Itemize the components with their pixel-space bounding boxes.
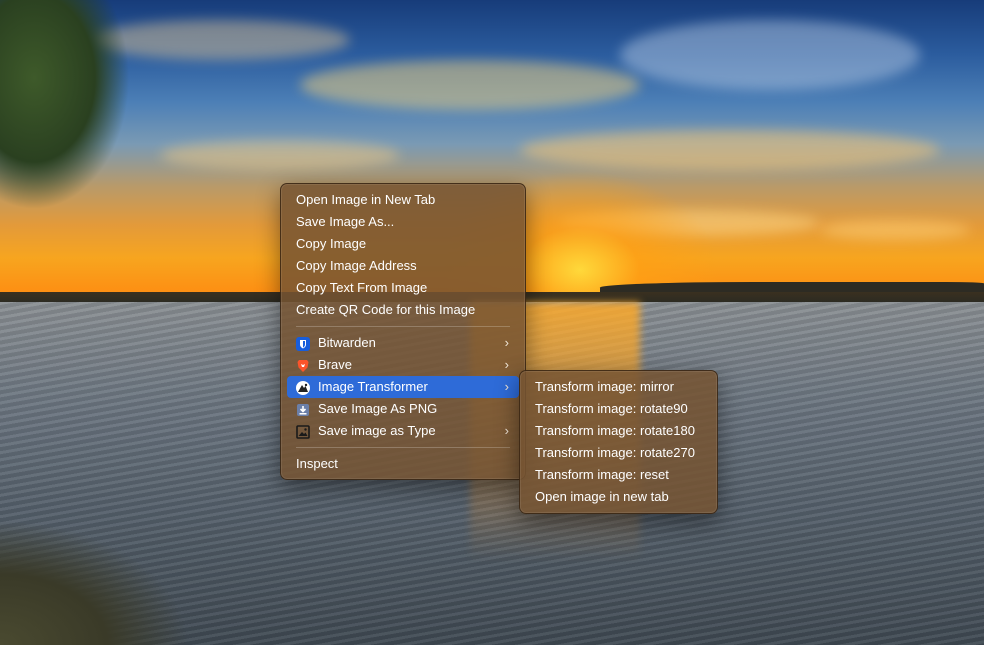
menu-item-create-qr-code[interactable]: Create QR Code for this Image: [287, 299, 519, 321]
menu-item-image-transformer[interactable]: Image Transformer ›: [287, 376, 519, 398]
submenu-item-label: Transform image: rotate90: [535, 401, 688, 416]
menu-separator: [296, 447, 510, 448]
submenu-item-label: Open image in new tab: [535, 489, 669, 504]
menu-item-label: Bitwarden: [318, 335, 376, 350]
image-transformer-submenu: Transform image: mirror Transform image:…: [519, 370, 718, 514]
menu-item-copy-text-from-image[interactable]: Copy Text From Image: [287, 277, 519, 299]
menu-item-label: Open Image in New Tab: [296, 192, 436, 207]
submenu-item-rotate180[interactable]: Transform image: rotate180: [526, 420, 711, 442]
brave-lion-icon: [296, 358, 310, 372]
save-png-icon: [296, 402, 310, 416]
submenu-item-label: Transform image: rotate270: [535, 445, 695, 460]
menu-item-label: Save Image As PNG: [318, 401, 438, 416]
submenu-item-rotate270[interactable]: Transform image: rotate270: [526, 442, 711, 464]
menu-item-label: Create QR Code for this Image: [296, 302, 476, 317]
submenu-item-rotate90[interactable]: Transform image: rotate90: [526, 398, 711, 420]
context-menu: Open Image in New Tab Save Image As... C…: [280, 183, 526, 480]
submenu-item-reset[interactable]: Transform image: reset: [526, 464, 711, 486]
submenu-item-open-new-tab[interactable]: Open image in new tab: [526, 486, 711, 508]
menu-item-inspect[interactable]: Inspect: [287, 453, 519, 475]
menu-item-brave[interactable]: Brave ›: [287, 354, 519, 376]
cloud: [820, 220, 970, 240]
menu-item-bitwarden[interactable]: Bitwarden ›: [287, 332, 519, 354]
cloud: [520, 130, 940, 170]
submenu-item-label: Transform image: rotate180: [535, 423, 695, 438]
menu-item-label: Inspect: [296, 456, 338, 471]
submenu-item-label: Transform image: mirror: [535, 379, 674, 394]
menu-item-label: Image Transformer: [318, 379, 428, 394]
menu-item-open-image-new-tab[interactable]: Open Image in New Tab: [287, 189, 519, 211]
menu-item-label: Save image as Type: [318, 423, 436, 438]
image-transformer-icon: [296, 380, 310, 395]
menu-item-save-image-as[interactable]: Save Image As...: [287, 211, 519, 233]
menu-item-copy-image-address[interactable]: Copy Image Address: [287, 255, 519, 277]
menu-item-label: Brave: [318, 357, 352, 372]
cloud: [620, 20, 920, 90]
chevron-right-icon: ›: [504, 379, 509, 394]
chevron-right-icon: ›: [504, 357, 509, 372]
menu-item-save-image-as-type[interactable]: Save image as Type ›: [287, 420, 519, 442]
menu-item-label: Save Image As...: [296, 214, 395, 229]
tree-foliage: [0, 0, 130, 210]
submenu-item-label: Transform image: reset: [535, 467, 669, 482]
menu-item-label: Copy Text From Image: [296, 280, 428, 295]
foreground-rocks: [0, 520, 190, 645]
cloud: [160, 140, 400, 170]
menu-separator: [296, 326, 510, 327]
image-type-icon: [296, 424, 310, 439]
chevron-right-icon: ›: [504, 423, 509, 438]
bitwarden-shield-icon: [296, 336, 310, 351]
menu-item-copy-image[interactable]: Copy Image: [287, 233, 519, 255]
menu-item-save-image-as-png[interactable]: Save Image As PNG: [287, 398, 519, 420]
chevron-right-icon: ›: [504, 335, 509, 350]
menu-item-label: Copy Image: [296, 236, 367, 251]
submenu-item-mirror[interactable]: Transform image: mirror: [526, 376, 711, 398]
cloud: [300, 60, 640, 110]
menu-item-label: Copy Image Address: [296, 258, 417, 273]
